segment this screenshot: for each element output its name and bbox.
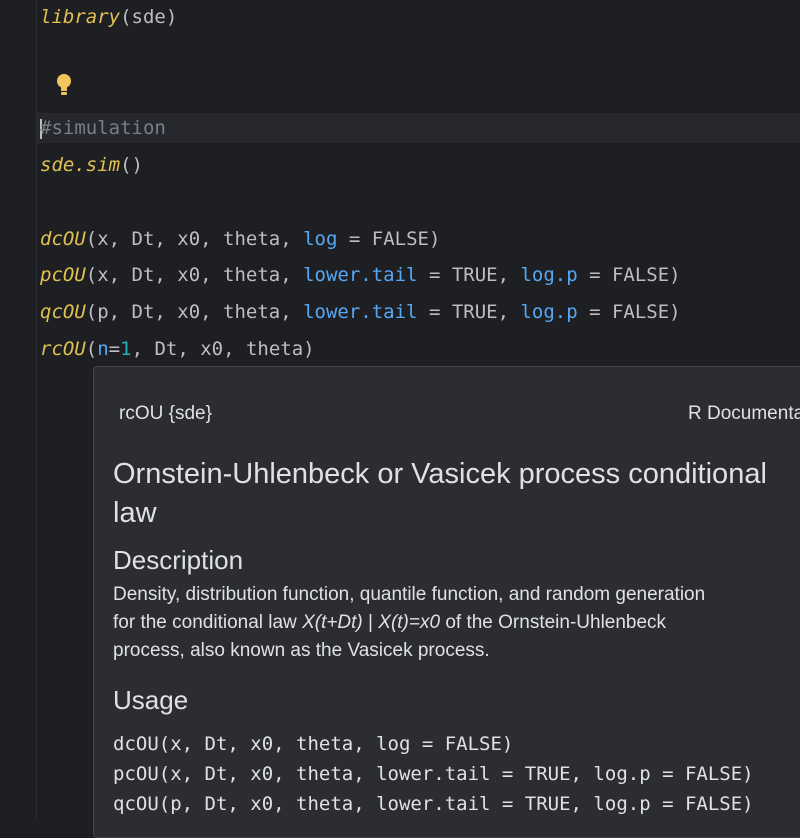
description-line: Density, distribution function, quantile… [113, 584, 706, 605]
code-line-library[interactable]: library(sde) [40, 2, 177, 32]
named-argument: log.p [520, 264, 578, 286]
code-text: () [120, 154, 143, 176]
description-fragment: | [362, 612, 379, 633]
code-text: = TRUE, [417, 264, 521, 286]
named-argument: lower.tail [303, 264, 418, 286]
code-line-rcou[interactable]: rcOU(n=1, Dt, x0, theta) [40, 334, 315, 364]
code-text: = FALSE) [337, 228, 441, 250]
function-name: sde.sim [40, 154, 121, 176]
description-line: process, also known as the Vasicek proce… [113, 640, 490, 661]
usage-line: dcOU(x, Dt, x0, theta, log = FALSE) [113, 733, 514, 755]
named-argument: log [303, 228, 338, 250]
function-name: dcOU [40, 228, 86, 250]
code-text: , Dt, x0, theta) [131, 338, 315, 360]
code-text: (x, Dt, x0, theta, [85, 228, 304, 250]
lightbulb-icon[interactable] [53, 72, 75, 98]
code-text: (p, Dt, x0, theta, [85, 301, 304, 323]
math-expression: X(t+Dt) [302, 612, 363, 633]
named-argument: n [97, 338, 109, 360]
code-line-qcou[interactable]: qcOU(p, Dt, x0, theta, lower.tail = TRUE… [40, 297, 681, 327]
comment-text: #simulation [40, 117, 166, 139]
doc-title: Ornstein-Uhlenbeck or Vasicek process co… [113, 458, 767, 529]
description-heading: Description [113, 545, 244, 575]
code-line-dcou[interactable]: dcOU(x, Dt, x0, theta, log = FALSE) [40, 224, 440, 254]
usage-line: pcOU(x, Dt, x0, theta, lower.tail = TRUE… [113, 763, 754, 785]
code-text: = FALSE) [577, 301, 681, 323]
named-argument: log.p [520, 301, 578, 323]
function-name: library [40, 6, 121, 28]
code-text: (x, Dt, x0, theta, [85, 264, 304, 286]
named-argument: lower.tail [303, 301, 418, 323]
code-line-sde-sim[interactable]: sde.sim() [40, 150, 143, 180]
code-line-comment[interactable]: #simulation [37, 113, 800, 143]
description-fragment: of the Ornstein-Uhlenbeck [440, 612, 667, 633]
code-text: ( [85, 338, 98, 360]
math-expression: X(t)=x0 [378, 612, 441, 633]
code-text: (sde) [120, 6, 178, 28]
usage-line: qcOU(p, Dt, x0, theta, lower.tail = TRUE… [113, 793, 754, 815]
doc-source-label: R Documentation [688, 403, 800, 424]
function-name: qcOU [40, 301, 86, 323]
description-text: Density, distribution function, quantile… [113, 581, 800, 665]
description-line: for the conditional law X(t+Dt) | X(t)=x… [113, 609, 800, 637]
usage-heading: Usage [113, 685, 189, 715]
doc-topic-label: rcOU {sde} [119, 403, 212, 424]
function-name: pcOU [40, 264, 86, 286]
number-literal: 1 [120, 338, 132, 360]
editor-gutter [0, 0, 37, 821]
documentation-popup[interactable]: rcOU {sde} R Documentation Ornstein-Uhle… [93, 366, 800, 838]
description-fragment: for the conditional law [113, 612, 303, 633]
code-line-pcou[interactable]: pcOU(x, Dt, x0, theta, lower.tail = TRUE… [40, 260, 681, 290]
function-name: rcOU [40, 338, 86, 360]
code-text: = TRUE, [417, 301, 521, 323]
code-text: = [108, 338, 121, 360]
code-text: = FALSE) [577, 264, 681, 286]
